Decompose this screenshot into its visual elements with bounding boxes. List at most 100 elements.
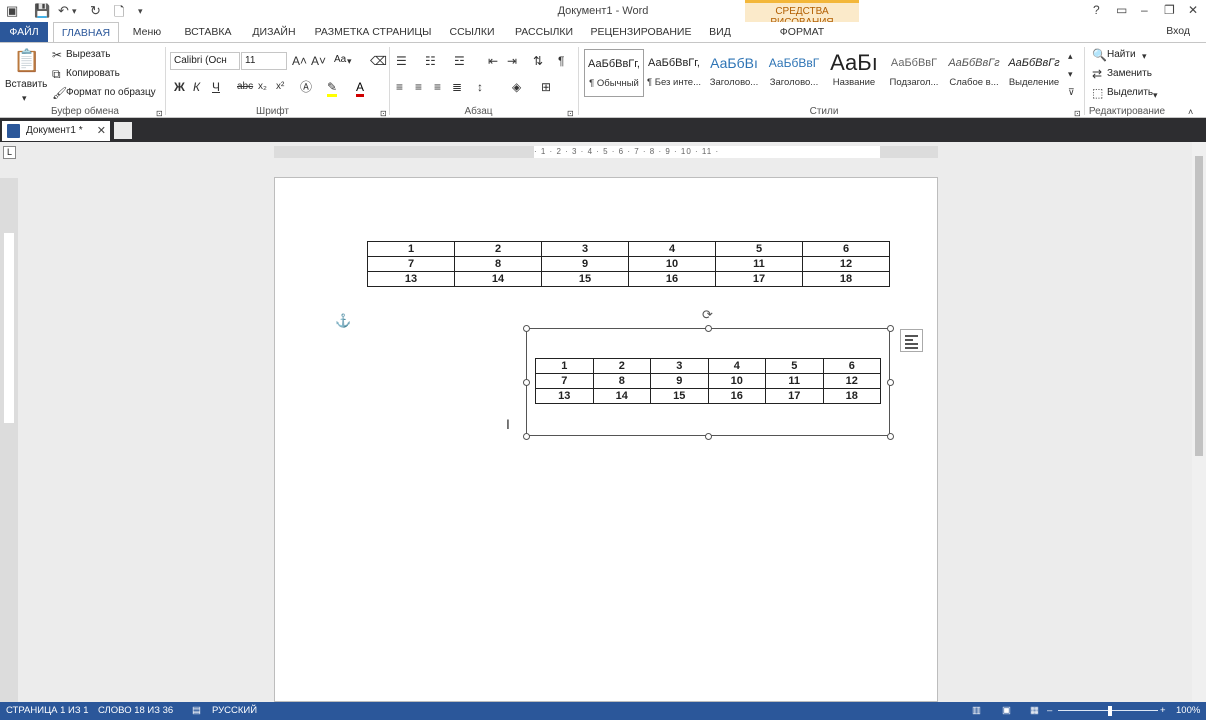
table-cell[interactable]: 6 — [822, 358, 881, 374]
style-subtle-emphasis[interactable]: АаБбВвГг Слабое в... — [944, 49, 1004, 97]
bold-icon[interactable]: Ж — [174, 80, 185, 94]
borders-icon[interactable]: ⊞ — [541, 80, 551, 94]
paste-dropdown-icon[interactable]: ▾ — [22, 91, 27, 105]
find-dropdown-icon[interactable]: ▾ — [1142, 49, 1147, 63]
language-indicator[interactable]: РУССКИЙ — [212, 702, 257, 720]
italic-icon[interactable]: К — [193, 80, 200, 94]
table-cell[interactable]: 13 — [535, 388, 594, 404]
style-no-spacing[interactable]: АаБбВвГг, ¶ Без инте... — [644, 49, 704, 97]
line-spacing-icon[interactable]: ↕ — [477, 80, 483, 94]
change-case-dropdown-icon[interactable]: ▾ — [347, 54, 352, 68]
table-cell[interactable]: 12 — [822, 373, 881, 389]
close-window-icon[interactable]: ✕ — [1188, 3, 1198, 17]
style-emphasis[interactable]: АаБбВвГг Выделение — [1004, 49, 1064, 97]
font-color-icon[interactable]: A — [356, 80, 365, 97]
close-tab-icon[interactable]: ✕ — [97, 121, 106, 141]
document-tab[interactable]: Документ1 * ✕ — [2, 121, 110, 141]
align-center-icon[interactable]: ≡ — [415, 80, 422, 94]
table-cell[interactable]: 16 — [628, 271, 716, 287]
shrink-font-icon[interactable]: A˅ — [311, 54, 326, 68]
resize-handle[interactable] — [523, 379, 530, 386]
table-cell[interactable]: 11 — [715, 256, 803, 272]
read-mode-icon[interactable]: ▥ — [972, 702, 981, 720]
table-cell[interactable]: 10 — [707, 373, 766, 389]
paste-button[interactable]: Вставить — [5, 79, 47, 90]
zoom-out-icon[interactable]: – — [1047, 702, 1052, 720]
style-normal[interactable]: АаБбВвГг, ¶ Обычный — [584, 49, 644, 97]
table-cell[interactable]: 18 — [802, 271, 890, 287]
resize-handle[interactable] — [523, 433, 530, 440]
text-effects-icon[interactable]: Ⓐ — [300, 80, 312, 94]
zoom-level[interactable]: 100% — [1176, 702, 1200, 720]
zoom-in-icon[interactable]: + — [1160, 702, 1166, 720]
font-size-select[interactable]: 11 — [241, 52, 287, 70]
web-layout-icon[interactable]: ▦ — [1030, 702, 1039, 720]
table-cell[interactable]: 12 — [802, 256, 890, 272]
replace-button[interactable]: Заменить — [1107, 68, 1152, 79]
resize-handle[interactable] — [887, 379, 894, 386]
tab-format[interactable]: ФОРМАТ — [745, 22, 859, 42]
numbering-icon[interactable]: ☷ — [425, 54, 436, 68]
multilevel-list-icon[interactable]: ☲ — [454, 54, 465, 68]
table-cell[interactable]: 6 — [802, 241, 890, 257]
print-layout-icon[interactable]: ▣ — [1002, 702, 1011, 720]
table-cell[interactable]: 7 — [367, 256, 455, 272]
table-cell[interactable]: 8 — [592, 373, 651, 389]
align-left-icon[interactable]: ≡ — [396, 80, 403, 94]
table-cell[interactable]: 1 — [535, 358, 594, 374]
table-cell[interactable]: 15 — [541, 271, 629, 287]
format-painter-button[interactable]: Формат по образцу — [66, 87, 156, 98]
table-cell[interactable]: 7 — [535, 373, 594, 389]
new-tab-icon[interactable] — [114, 122, 132, 139]
tab-menu[interactable]: Меню — [124, 22, 170, 42]
select-button[interactable]: Выделить — [1107, 87, 1153, 98]
anchor-icon[interactable]: ⚓ — [335, 313, 351, 329]
collapse-ribbon-icon[interactable]: ˄ — [1188, 105, 1193, 119]
tab-review[interactable]: РЕЦЕНЗИРОВАНИЕ — [586, 22, 696, 42]
ribbon-display-icon[interactable]: ▭ — [1116, 3, 1127, 17]
copy-icon[interactable]: ⧉ — [52, 67, 61, 81]
sort-icon[interactable]: ⇅ — [533, 54, 543, 68]
find-icon[interactable]: 🔍 — [1092, 48, 1107, 62]
tab-design[interactable]: ДИЗАЙН — [244, 22, 304, 42]
table-cell[interactable]: 4 — [707, 358, 766, 374]
resize-handle[interactable] — [523, 325, 530, 332]
table-cell[interactable]: 2 — [592, 358, 651, 374]
tab-insert[interactable]: ВСТАВКА — [176, 22, 240, 42]
cut-icon[interactable]: ✂ — [52, 48, 62, 62]
table-cell[interactable]: 9 — [650, 373, 709, 389]
select-icon[interactable]: ⬚ — [1092, 86, 1103, 100]
tab-selector-icon[interactable]: L — [3, 146, 16, 159]
subscript-icon[interactable]: x₂ — [258, 80, 267, 94]
minimize-icon[interactable]: – — [1141, 3, 1148, 17]
sign-in-link[interactable]: Вход — [1166, 25, 1190, 37]
format-painter-icon[interactable]: 🖌 — [52, 86, 67, 100]
table-inner[interactable]: 1 2 3 4 5 6 7 8 9 10 11 12 13 14 15 16 17 18 — [535, 358, 881, 404]
font-name-select[interactable]: Calibri (Осн — [170, 52, 240, 70]
tab-mailings[interactable]: РАССЫЛКИ — [508, 22, 580, 42]
table-cell[interactable]: 5 — [765, 358, 824, 374]
change-case-button[interactable]: Aa — [334, 54, 346, 65]
style-title[interactable]: АаБı Название — [824, 49, 884, 97]
table-cell[interactable]: 17 — [765, 388, 824, 404]
table-cell[interactable]: 5 — [715, 241, 803, 257]
styles-scroll-down-icon[interactable]: ▾ — [1068, 67, 1073, 81]
vertical-scrollbar[interactable] — [1192, 142, 1206, 702]
table-cell[interactable]: 16 — [707, 388, 766, 404]
table-cell[interactable]: 13 — [367, 271, 455, 287]
table-top[interactable]: 1 2 3 4 5 6 7 8 9 10 11 12 13 14 15 16 17 18 — [367, 241, 890, 287]
superscript-icon[interactable]: x² — [276, 80, 284, 94]
bullets-icon[interactable]: ☰ — [396, 54, 407, 68]
paste-icon[interactable]: 📋 — [13, 49, 40, 73]
table-cell[interactable]: 2 — [454, 241, 542, 257]
find-button[interactable]: Найти — [1107, 49, 1136, 60]
table-cell[interactable]: 3 — [541, 241, 629, 257]
select-dropdown-icon[interactable]: ▾ — [1153, 88, 1158, 102]
strikethrough-icon[interactable]: abc — [237, 80, 253, 94]
table-cell[interactable]: 4 — [628, 241, 716, 257]
tab-page-layout[interactable]: РАЗМЕТКА СТРАНИЦЫ — [310, 22, 436, 42]
table-cell[interactable]: 8 — [454, 256, 542, 272]
scrollbar-thumb[interactable] — [1195, 156, 1203, 456]
style-heading-2[interactable]: АаБбВвГ Заголово... — [764, 49, 824, 97]
table-cell[interactable]: 11 — [765, 373, 824, 389]
